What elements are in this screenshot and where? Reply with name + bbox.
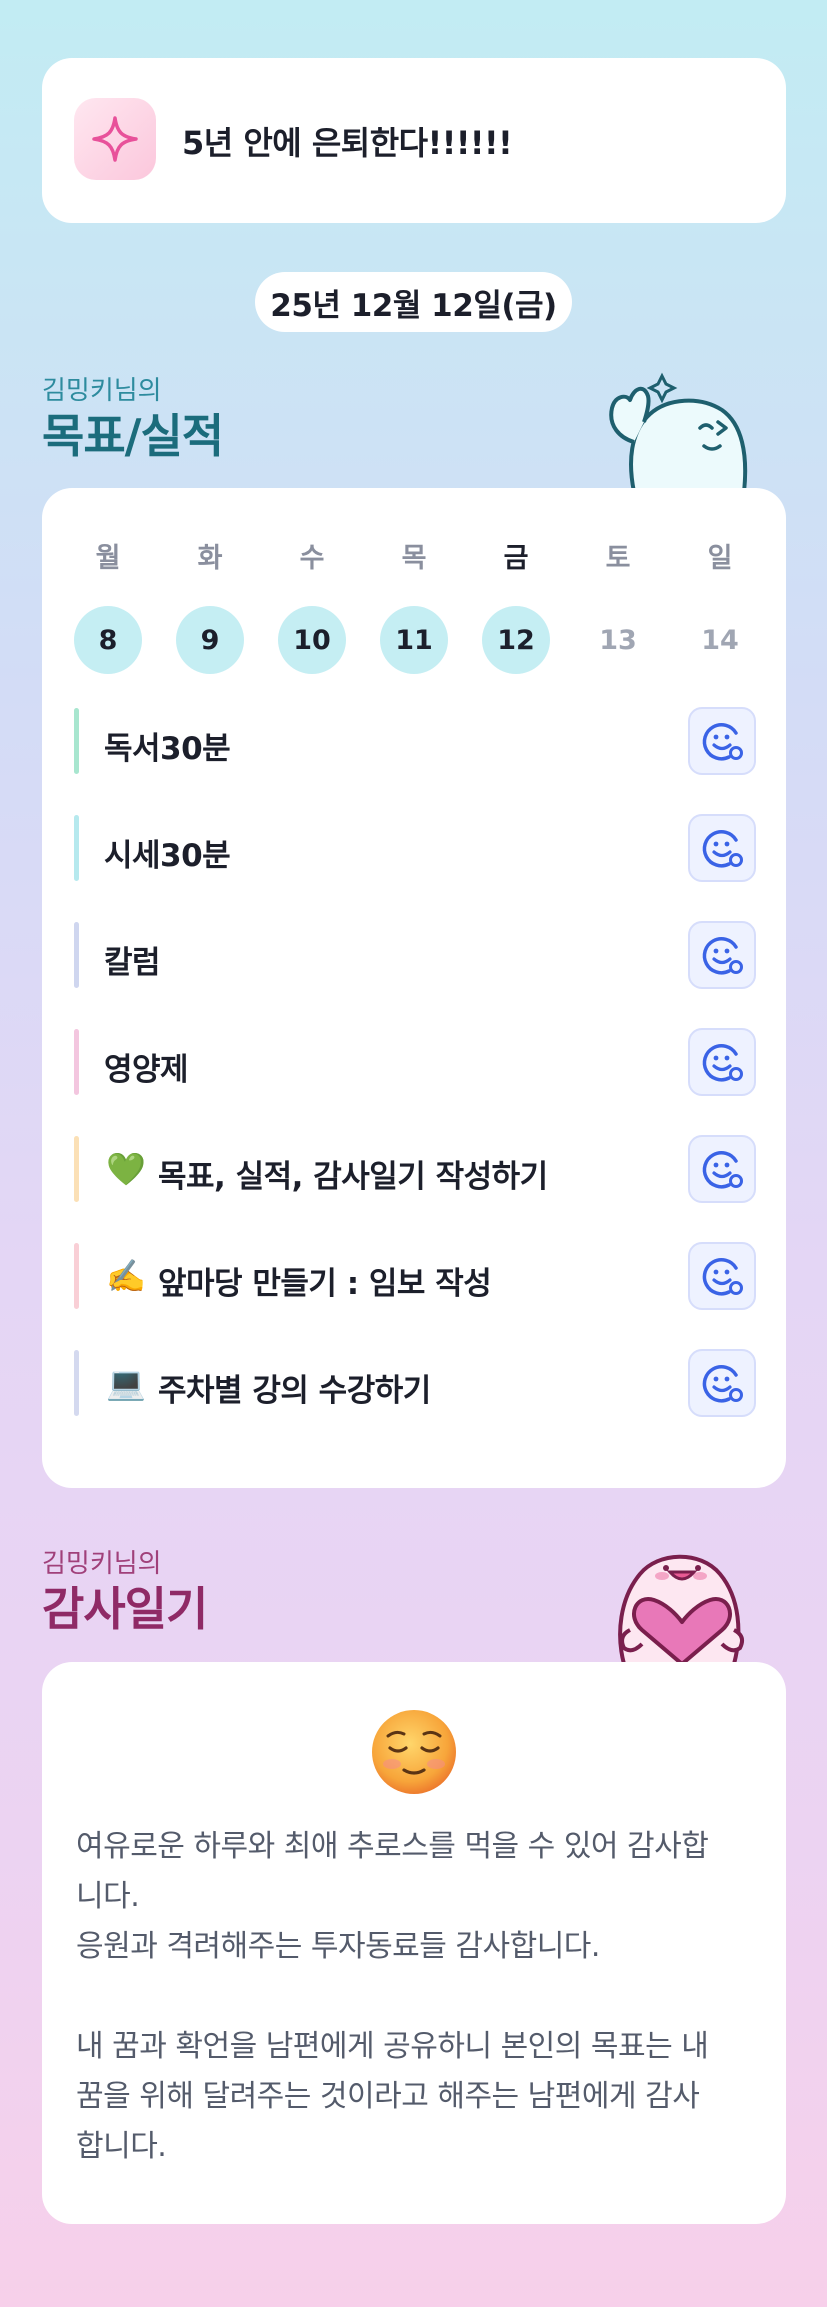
gratitude-section-title: 감사일기 <box>42 1582 208 1636</box>
day-13[interactable]: 13 <box>584 606 652 674</box>
day-14[interactable]: 14 <box>686 606 754 674</box>
goals-section-title: 목표/실적 <box>42 409 224 463</box>
goal-color-bar <box>74 1029 79 1095</box>
goal-color-bar <box>74 1136 79 1202</box>
goal-item[interactable]: 독서30분 <box>74 706 756 776</box>
day-8[interactable]: 8 <box>74 606 142 674</box>
day-11[interactable]: 11 <box>380 606 448 674</box>
smiley-add-icon[interactable] <box>688 814 756 882</box>
goal-item[interactable]: 시세30분 <box>74 813 756 883</box>
goal-color-bar <box>74 708 79 774</box>
sparkle-icon <box>74 98 156 180</box>
relieved-face-icon <box>372 1710 456 1794</box>
goal-item[interactable]: 영양제 <box>74 1027 756 1097</box>
laptop-icon: 💻 <box>106 1364 146 1402</box>
goal-item[interactable]: 💻 주차별 강의 수강하기 <box>74 1348 756 1418</box>
weekday-tue: 화 <box>197 543 223 574</box>
weekday-sat: 토 <box>605 543 631 574</box>
goal-label: 주차별 강의 수강하기 <box>158 1373 431 1409</box>
smiley-add-icon[interactable] <box>688 1135 756 1203</box>
weekday-wed: 수 <box>299 543 325 574</box>
goal-item[interactable]: 칼럼 <box>74 920 756 990</box>
goal-label: 영양제 <box>104 1052 189 1088</box>
goal-label: 목표, 실적, 감사일기 작성하기 <box>158 1159 548 1195</box>
goal-item[interactable]: ✍️ 앞마당 만들기 : 임보 작성 <box>74 1241 756 1311</box>
goal-color-bar <box>74 1243 79 1309</box>
goal-label: 앞마당 만들기 : 임보 작성 <box>158 1266 492 1302</box>
gratitude-text: 여유로운 하루와 최애 추로스를 먹을 수 있어 감사합 니다. 응원과 격려해… <box>76 1829 709 2164</box>
smiley-add-icon[interactable] <box>688 1242 756 1310</box>
goal-color-bar <box>74 1350 79 1416</box>
weekday-fri: 금 <box>503 543 529 574</box>
mascot-heart-illustration <box>618 1554 744 1664</box>
goal-label: 독서30분 <box>104 731 231 767</box>
day-12[interactable]: 12 <box>482 606 550 674</box>
goal-label: 시세30분 <box>104 838 231 874</box>
weekday-sun: 일 <box>707 543 733 574</box>
smiley-add-icon[interactable] <box>688 921 756 989</box>
goal-item[interactable]: 💚 목표, 실적, 감사일기 작성하기 <box>74 1134 756 1204</box>
smiley-add-icon[interactable] <box>688 1349 756 1417</box>
day-9[interactable]: 9 <box>176 606 244 674</box>
goals-card: 월 화 수 목 금 토 일 8 9 10 11 12 13 14 독서30분 시… <box>42 488 786 1488</box>
smiley-add-icon[interactable] <box>688 707 756 775</box>
green-heart-icon: 💚 <box>106 1150 146 1188</box>
weekday-thu: 목 <box>401 543 427 574</box>
smiley-add-icon[interactable] <box>688 1028 756 1096</box>
weekday-mon: 월 <box>95 543 121 574</box>
date-selector[interactable]: 25년 12월 12일(금) <box>255 272 572 332</box>
gratitude-card: 여유로운 하루와 최애 추로스를 먹을 수 있어 감사합 니다. 응원과 격려해… <box>42 1662 786 2224</box>
goal-color-bar <box>74 922 79 988</box>
goal-color-bar <box>74 815 79 881</box>
mascot-thumbs-up-illustration <box>609 372 748 492</box>
goal-title: 5년 안에 은퇴한다!!!!!! <box>182 124 513 162</box>
writing-hand-icon: ✍️ <box>106 1257 146 1295</box>
goal-card[interactable]: 5년 안에 은퇴한다!!!!!! <box>42 58 786 223</box>
day-10[interactable]: 10 <box>278 606 346 674</box>
goal-label: 칼럼 <box>104 945 161 981</box>
